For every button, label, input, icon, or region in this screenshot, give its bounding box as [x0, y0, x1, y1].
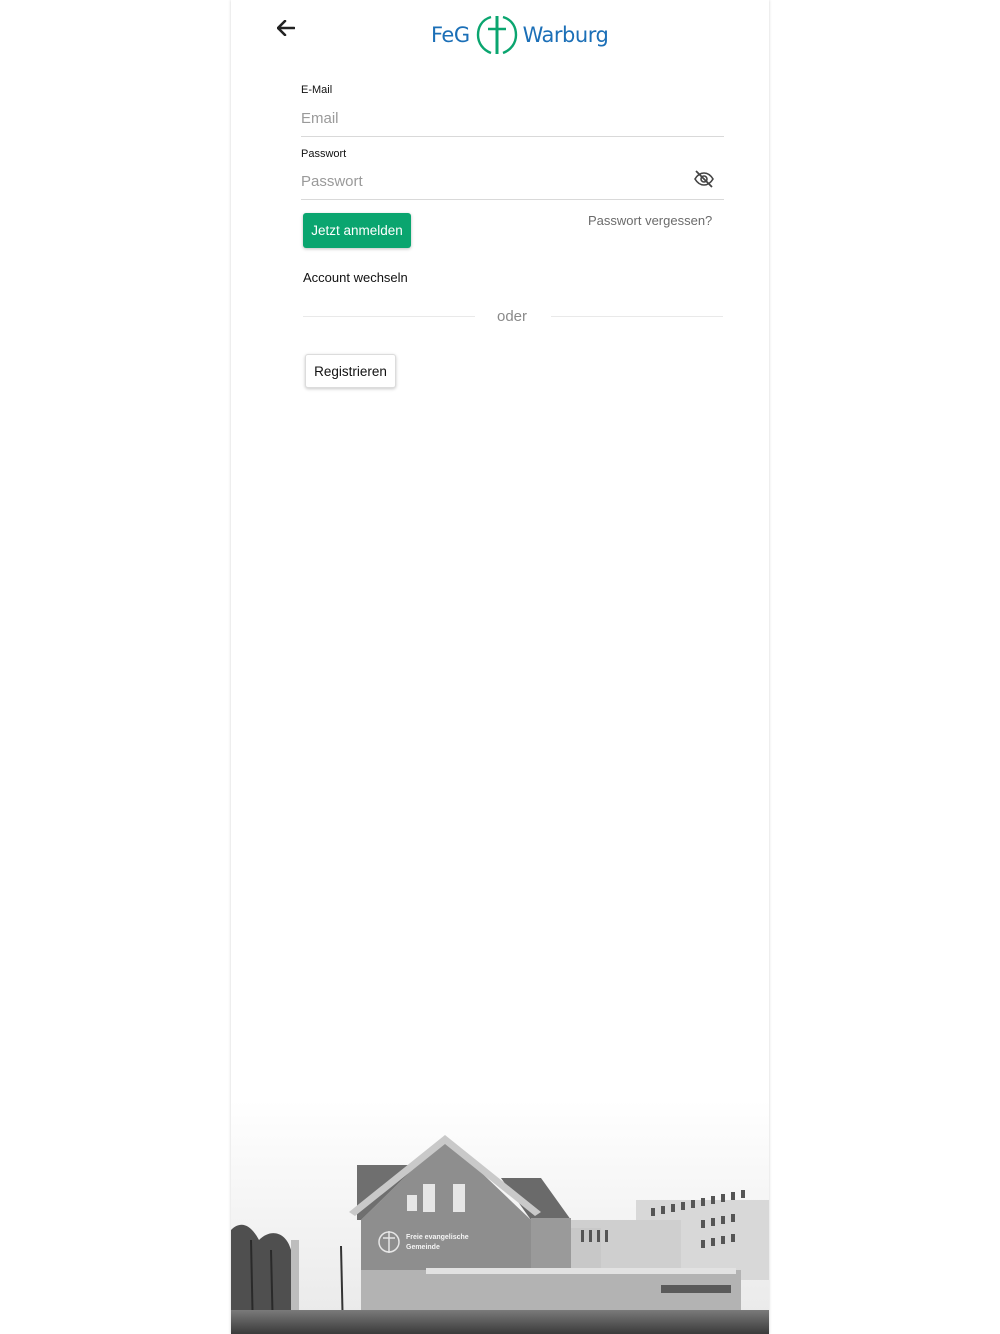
church-sign-text: Freie evangelische Gemeinde: [406, 1234, 469, 1251]
church-building-photo: [231, 1100, 769, 1334]
email-field[interactable]: [301, 106, 724, 137]
app-frame: FeG Warburg E-Mail Passwort Jetzt anmeld…: [231, 0, 769, 1334]
back-button[interactable]: [273, 16, 299, 40]
eye-off-icon: [694, 170, 714, 188]
password-label: Passwort: [301, 148, 347, 160]
app-logo: FeG Warburg: [431, 13, 609, 57]
divider-text: oder: [496, 308, 528, 325]
login-button[interactable]: Jetzt anmelden: [303, 213, 411, 248]
divider-left: [303, 316, 475, 317]
register-button[interactable]: Registrieren: [305, 354, 396, 388]
toggle-password-visibility-button[interactable]: [693, 169, 715, 189]
email-label: E-Mail: [301, 84, 333, 96]
divider-right: [551, 316, 723, 317]
switch-account-link[interactable]: Account wechseln: [303, 270, 408, 285]
password-field[interactable]: [301, 169, 724, 200]
cross-circle-icon: [476, 15, 517, 55]
logo-text-feg: FeG: [431, 23, 470, 47]
forgot-password-link[interactable]: Passwort vergessen?: [588, 213, 712, 228]
arrow-left-icon: [277, 20, 295, 36]
logo-text-warburg: Warburg: [522, 23, 609, 47]
